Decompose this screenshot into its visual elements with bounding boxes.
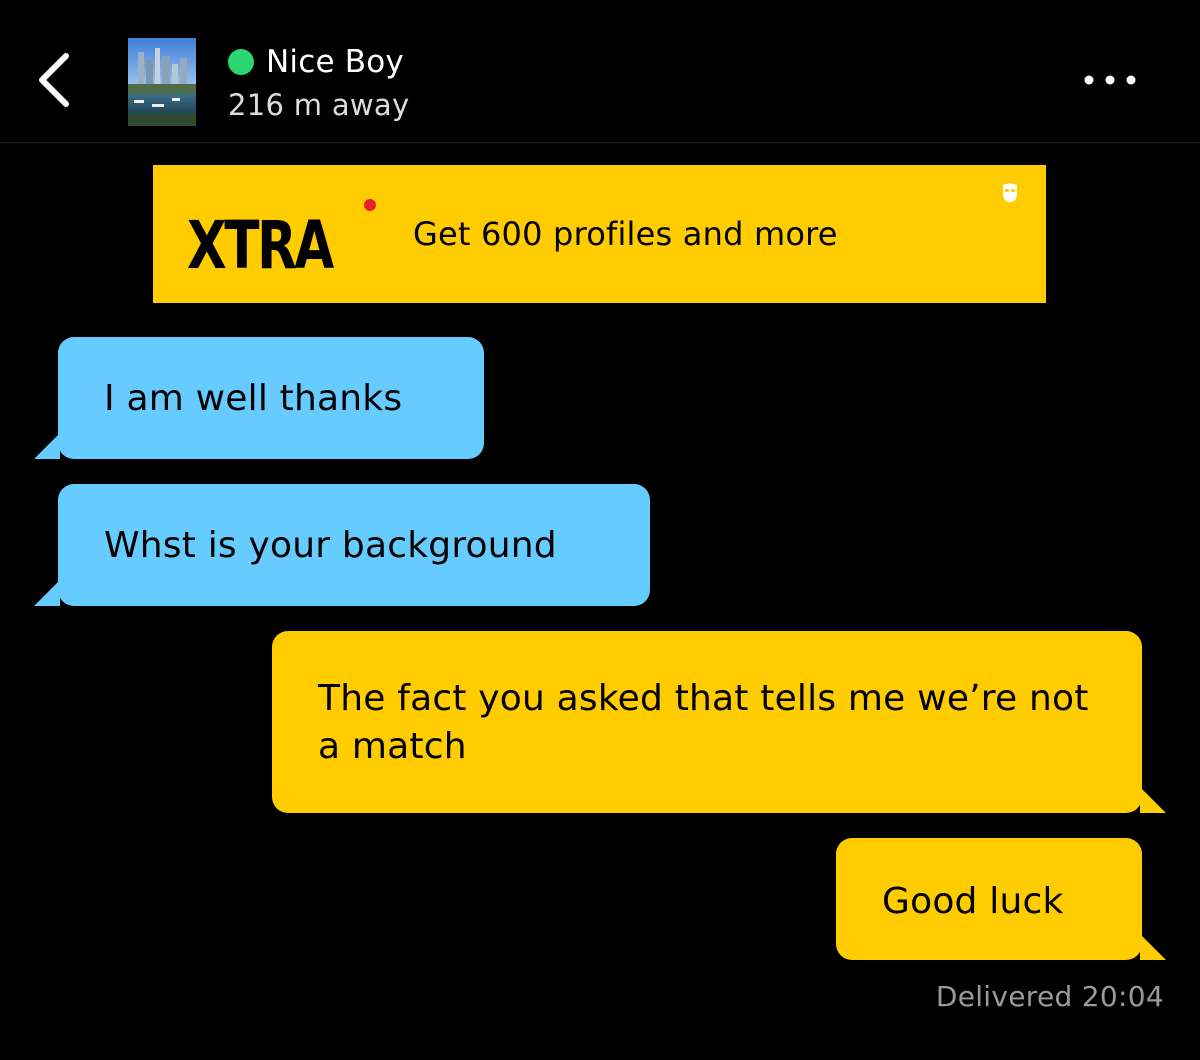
delivery-status: Delivered 20:04	[936, 980, 1164, 1013]
message-text: Whst is your background	[104, 525, 557, 566]
bubble-tail	[34, 580, 60, 606]
promo-text: Get 600 profiles and more	[413, 215, 838, 253]
back-button[interactable]	[26, 42, 82, 118]
bubble-tail	[34, 433, 60, 459]
xtra-logo: XTRA	[187, 195, 376, 284]
online-status-icon	[228, 49, 254, 75]
xtra-promo-banner[interactable]: XTRA Get 600 profiles and more	[153, 165, 1046, 303]
more-options-button[interactable]	[1074, 56, 1146, 104]
city-skyline-photo	[128, 38, 196, 126]
delivered-label: Delivered	[935, 980, 1073, 1013]
xtra-logo-dot	[364, 199, 376, 211]
chevron-left-icon	[39, 53, 69, 107]
message-text: I am well thanks	[104, 378, 403, 419]
profile-name: Nice Boy	[266, 44, 404, 80]
bubble-tail	[1140, 787, 1166, 813]
name-row: Nice Boy	[228, 40, 409, 84]
bubble-tail	[1140, 934, 1166, 960]
chat-header: Nice Boy 216 m away	[0, 0, 1200, 143]
message-bubble-sent: The fact you asked that tells me we’re n…	[272, 631, 1166, 813]
more-horizontal-icon	[1084, 75, 1136, 85]
xtra-logo-text: XTRA	[187, 207, 334, 284]
profile-info[interactable]: Nice Boy 216 m away	[228, 40, 409, 122]
mask-icon	[1003, 183, 1017, 202]
avatar[interactable]	[128, 38, 196, 126]
delivered-time: 20:04	[1081, 980, 1164, 1013]
message-bubble-received: Whst is your background	[34, 484, 650, 606]
message-bubble-sent: Good luck	[836, 838, 1166, 960]
message-text: The fact you asked that tells me we’re n…	[318, 678, 1089, 767]
message-bubble-received: I am well thanks	[34, 337, 484, 459]
message-text: Good luck	[882, 881, 1064, 922]
profile-distance: 216 m away	[228, 88, 410, 122]
